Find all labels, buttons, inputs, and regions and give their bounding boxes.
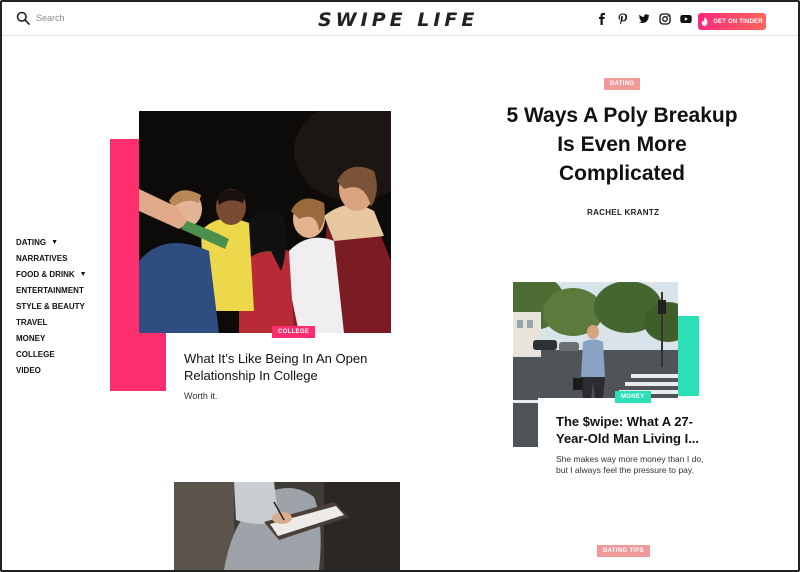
nav-item-label: VIDEO <box>16 366 41 375</box>
nav-item-label: MONEY <box>16 334 46 343</box>
category-nav: DATING ▼ NARRATIVES FOOD & DRINK ▼ ENTER… <box>16 238 87 382</box>
nav-item-label: NARRATIVES <box>16 254 68 263</box>
nav-item-video[interactable]: VIDEO <box>16 366 87 382</box>
nav-item-narratives[interactable]: NARRATIVES <box>16 254 87 270</box>
nav-item-dating[interactable]: DATING ▼ <box>16 238 87 254</box>
tinder-button-label: GET ON TINDER <box>713 18 763 25</box>
flame-icon <box>701 17 708 26</box>
nav-item-label: COLLEGE <box>16 350 55 359</box>
hero-article-title[interactable]: What It’s Like Being In An Open Relation… <box>184 350 399 384</box>
nav-item-college[interactable]: COLLEGE <box>16 350 87 366</box>
hero-article-subtitle: Worth it. <box>184 391 218 401</box>
site-logo[interactable]: SWIPE LIFE <box>318 9 478 31</box>
teal-accent-block <box>677 316 699 396</box>
instagram-icon[interactable] <box>659 13 671 25</box>
nav-item-label: DATING <box>16 238 47 247</box>
nav-item-food-drink[interactable]: FOOD & DRINK ▼ <box>16 270 87 286</box>
category-badge-dating-tips[interactable]: DATING TIPS <box>597 545 650 557</box>
pinterest-icon[interactable] <box>617 13 629 25</box>
nav-item-label: STYLE & BEAUTY <box>16 302 85 311</box>
category-badge-college[interactable]: COLLEGE <box>272 326 316 338</box>
caret-down-icon[interactable]: ▼ <box>80 270 87 286</box>
secondary-article-title[interactable]: The $wipe: What A 27-Year-Old Man Living… <box>556 413 716 447</box>
search-input[interactable] <box>36 13 126 23</box>
nav-item-travel[interactable]: TRAVEL <box>16 318 87 334</box>
secondary-article-card[interactable]: MONEY The $wipe: What A 27-Year-Old Man … <box>538 391 716 498</box>
twitter-icon[interactable] <box>638 13 650 25</box>
feature-article-title[interactable]: 5 Ways A Poly Breakup Is Even More Compl… <box>503 101 741 188</box>
site-header: SWIPE LIFE GET ON TINDER <box>2 2 798 36</box>
hero-article-image[interactable] <box>139 111 391 333</box>
nav-item-label: ENTERTAINMENT <box>16 286 84 295</box>
search-box[interactable] <box>16 11 126 25</box>
search-icon[interactable] <box>16 11 30 25</box>
bottom-article-image[interactable] <box>174 482 400 570</box>
category-badge-dating[interactable]: DATING <box>604 78 641 90</box>
nav-item-label: TRAVEL <box>16 318 48 327</box>
hero-article-card[interactable]: COLLEGE What It’s Like Being In An Open … <box>166 326 391 418</box>
youtube-icon[interactable] <box>680 13 692 25</box>
nav-item-entertainment[interactable]: ENTERTAINMENT <box>16 286 87 302</box>
caret-down-icon[interactable]: ▼ <box>51 238 58 254</box>
get-on-tinder-button[interactable]: GET ON TINDER <box>698 13 766 30</box>
nav-item-money[interactable]: MONEY <box>16 334 87 350</box>
social-links <box>596 13 692 25</box>
nav-item-label: FOOD & DRINK <box>16 270 75 279</box>
feature-article-author: RACHEL KRANTZ <box>587 208 660 217</box>
category-badge-money[interactable]: MONEY <box>615 391 651 403</box>
facebook-icon[interactable] <box>596 13 608 25</box>
secondary-article-subtitle: She makes way more money than I do, but … <box>556 454 704 475</box>
nav-item-style-beauty[interactable]: STYLE & BEAUTY <box>16 302 87 318</box>
